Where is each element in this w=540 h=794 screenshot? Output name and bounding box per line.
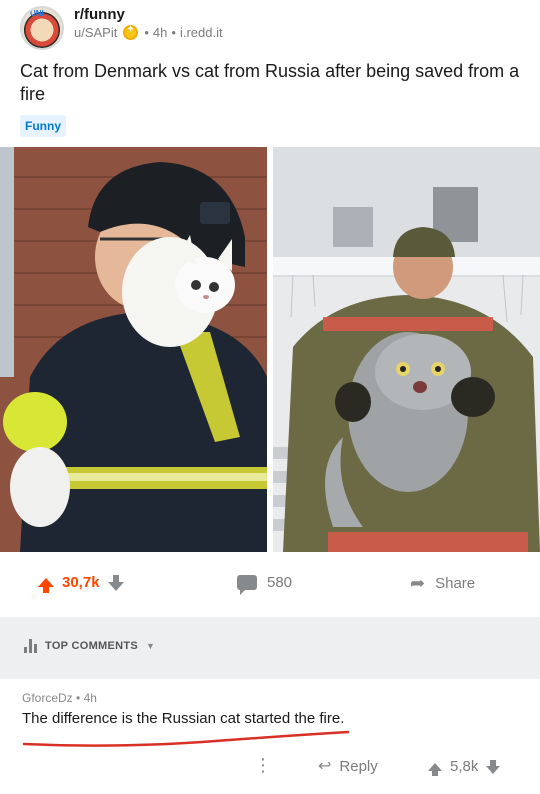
subreddit-avatar[interactable]: UNI [20,6,64,50]
comment-vote: 5,8k [428,758,501,776]
post-action-bar: 30,7k 580 ➦ Share [0,560,540,610]
denmark-cat-illustration [0,147,267,552]
post-header: UNI r/funny u/SAPit • 4h • i.redd.it [0,0,540,52]
post-image[interactable] [0,147,540,552]
russia-cat-illustration [273,147,540,552]
post-age: 4h [152,25,168,40]
russia-cat-photo [273,147,540,552]
upvote-icon[interactable] [428,762,442,776]
comment-meta: GforceDz • 4h [22,691,97,705]
more-options-icon[interactable]: ⋮ [254,756,272,774]
red-underline-annotation [22,730,350,747]
comment: GforceDz • 4h The difference is the Russ… [0,680,540,794]
comment-actions: ⋮ ↩ Reply 5,8k [0,750,540,780]
top-comments-label: TOP COMMENTS [45,640,139,652]
post-score: 30,7k [62,574,100,591]
meta-separator: • [171,25,176,40]
comment-age: 4h [83,691,97,705]
share-icon: ➦ [410,573,426,593]
award-icon[interactable] [123,24,139,40]
avatar-badge: UNI [30,9,44,18]
post-domain[interactable]: i.redd.it [180,25,223,40]
downvote-icon[interactable] [486,759,501,774]
comment-icon [237,575,257,595]
comment-score: 5,8k [450,758,479,775]
post-meta: u/SAPit • 4h • i.redd.it [74,24,223,40]
share-label: Share [435,574,476,592]
top-comments-icon [24,639,37,653]
reply-button[interactable]: ↩ Reply [318,756,378,776]
reply-icon: ↩ [318,758,332,775]
post-flair[interactable]: Funny [20,115,66,137]
top-comments-bar: TOP COMMENTS ▼ [0,617,540,679]
subreddit-name[interactable]: r/funny [74,6,125,23]
post-title[interactable]: Cat from Denmark vs cat from Russia afte… [20,60,520,106]
meta-separator: • [144,25,149,40]
post-vote: 30,7k [38,574,124,593]
comments-button[interactable]: 580 [237,574,293,595]
upvote-icon[interactable] [38,578,54,593]
chevron-down-icon: ▼ [146,641,156,651]
post-author[interactable]: u/SAPit [74,25,117,40]
downvote-icon[interactable] [107,574,124,591]
reply-label: Reply [339,757,378,775]
sort-comments-dropdown[interactable]: TOP COMMENTS ▼ [24,639,155,653]
comment-body: The difference is the Russian cat starte… [22,710,345,727]
meta-separator: • [76,691,81,705]
comment-author[interactable]: GforceDz [22,691,73,705]
share-button[interactable]: ➦ Share [410,574,475,592]
comment-count: 580 [267,574,293,591]
denmark-cat-photo [0,147,267,552]
